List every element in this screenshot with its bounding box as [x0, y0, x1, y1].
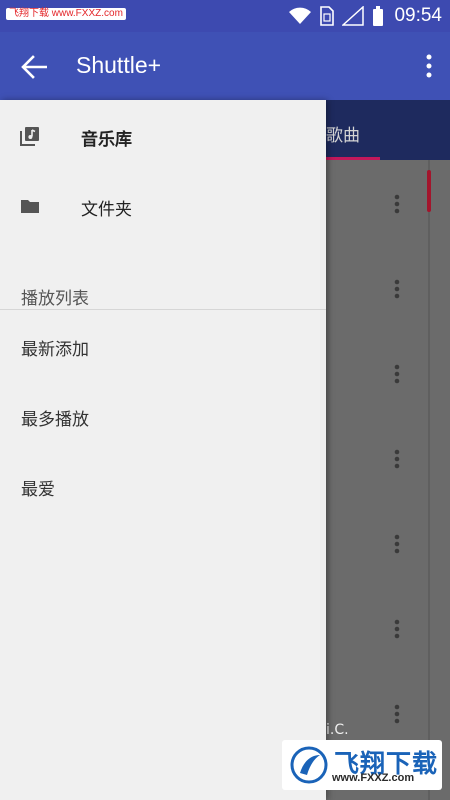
library-music-icon	[20, 127, 39, 146]
playlist-item-favorites[interactable]: 最爱	[0, 458, 326, 514]
playlist-item-recently-added[interactable]: 最新添加	[0, 318, 326, 374]
watermark-logo: 飞翔下载 www.FXXZ.com	[282, 740, 442, 790]
battery-icon	[373, 6, 384, 26]
tab-indicator	[326, 157, 380, 160]
playlist-item-label: 最爱	[21, 480, 55, 500]
more-vert-icon	[394, 364, 400, 384]
more-vert-icon	[426, 54, 432, 78]
signal-icon	[342, 6, 365, 26]
app-bar: Shuttle+	[0, 32, 450, 100]
folder-icon	[21, 200, 39, 213]
more-vert-icon	[394, 534, 400, 554]
more-vert-icon	[394, 704, 400, 724]
wifi-icon	[289, 7, 312, 24]
tab-songs[interactable]: 歌曲	[326, 121, 360, 146]
scrollbar-track	[428, 160, 430, 800]
more-vert-icon	[394, 279, 400, 299]
playlist-item-label: 最多播放	[21, 410, 89, 430]
more-vert-icon	[394, 194, 400, 214]
song-more-button[interactable]	[391, 532, 403, 556]
app-title: Shuttle+	[76, 52, 162, 78]
song-more-button[interactable]	[391, 702, 403, 726]
navigation-drawer: 音乐库 文件夹 播放列表 最新添加 最多播放 最爱	[0, 100, 326, 800]
fxxz-logo-icon	[290, 746, 328, 784]
song-more-button[interactable]	[391, 447, 403, 471]
scrollbar-thumb[interactable]	[427, 170, 431, 212]
watermark-label: 飞翔下载 www.FXXZ.com	[6, 8, 126, 20]
sim-card-icon	[320, 6, 335, 26]
overflow-menu-button[interactable]	[422, 50, 436, 82]
more-vert-icon	[394, 449, 400, 469]
drawer-item-label: 音乐库	[81, 130, 132, 150]
playlist-item-label: 最新添加	[21, 340, 89, 360]
status-icons: 09:54	[288, 4, 442, 28]
section-header-playlists: 播放列表	[21, 289, 89, 309]
more-vert-icon	[394, 619, 400, 639]
status-bar: 飞翔下载 www.FXXZ.com 09:54	[0, 0, 450, 32]
playlist-item-most-played[interactable]: 最多播放	[0, 388, 326, 444]
song-more-button[interactable]	[391, 277, 403, 301]
back-button[interactable]	[16, 49, 52, 85]
watermark-url: www.FXXZ.com	[332, 772, 415, 784]
song-more-button[interactable]	[391, 192, 403, 216]
clock: 09:54	[394, 5, 442, 26]
arrow-back-icon	[21, 55, 47, 79]
drawer-item-folders[interactable]: 文件夹	[0, 176, 326, 236]
drawer-item-library[interactable]: 音乐库	[0, 106, 326, 166]
song-more-button[interactable]	[391, 617, 403, 641]
drawer-item-label: 文件夹	[81, 200, 132, 220]
song-title-fragment: i.C.	[326, 722, 349, 738]
divider	[0, 309, 326, 310]
song-more-button[interactable]	[391, 362, 403, 386]
